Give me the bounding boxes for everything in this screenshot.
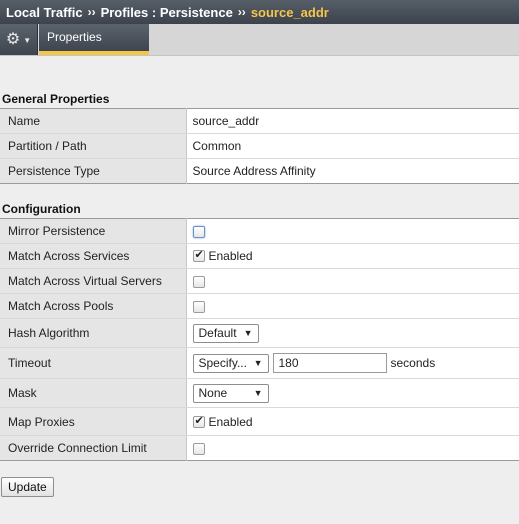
table-row: Map Proxies Enabled bbox=[0, 407, 519, 436]
mirror-persistence-checkbox[interactable] bbox=[192, 225, 205, 238]
name-label: Name bbox=[0, 108, 187, 134]
map-proxies-label: Map Proxies bbox=[0, 407, 187, 436]
tab-properties[interactable]: Properties bbox=[39, 24, 149, 55]
breadcrumb-separator: ›› bbox=[87, 5, 96, 19]
match-across-services-checkbox[interactable] bbox=[192, 248, 205, 263]
breadcrumb-current: source_addr bbox=[250, 4, 329, 20]
breadcrumb: Local Traffic ›› Profiles : Persistence … bbox=[0, 0, 519, 24]
override-connection-limit-label: Override Connection Limit bbox=[0, 435, 187, 461]
timeout-mode-selected: Specify... bbox=[198, 356, 247, 370]
match-across-services-enabled-text: Enabled bbox=[208, 249, 253, 264]
match-across-virtual-servers-label: Match Across Virtual Servers bbox=[0, 268, 187, 294]
table-row: Mirror Persistence bbox=[0, 218, 519, 244]
hash-algorithm-selected: Default bbox=[198, 326, 237, 340]
table-row: Mask None ▼ bbox=[0, 378, 519, 408]
chevron-down-icon: ▼ bbox=[23, 36, 32, 45]
timeout-label: Timeout bbox=[0, 347, 187, 379]
match-across-pools-checkbox[interactable] bbox=[192, 300, 205, 313]
name-value: source_addr bbox=[186, 108, 519, 134]
table-row: Override Connection Limit bbox=[0, 435, 519, 461]
gear-menu-button[interactable]: ⚙ ▼ bbox=[0, 24, 38, 55]
match-across-pools-label: Match Across Pools bbox=[0, 293, 187, 319]
timeout-mode-select[interactable]: Specify... ▼ bbox=[192, 353, 269, 373]
dropdown-arrow-icon: ▼ bbox=[253, 358, 263, 368]
breadcrumb-local-traffic[interactable]: Local Traffic bbox=[6, 5, 83, 20]
map-proxies-checkbox[interactable] bbox=[192, 414, 205, 428]
match-across-services-label: Match Across Services bbox=[0, 243, 187, 269]
table-row: Partition / Path Common bbox=[0, 133, 519, 159]
table-row: Persistence Type Source Address Affinity bbox=[0, 158, 519, 184]
mask-select[interactable]: None ▼ bbox=[192, 383, 269, 403]
breadcrumb-separator: ›› bbox=[237, 5, 246, 19]
mask-label: Mask bbox=[0, 378, 187, 408]
persistence-type-label: Persistence Type bbox=[0, 158, 187, 184]
tab-bar: ⚙ ▼ Properties bbox=[0, 24, 519, 56]
general-properties-heading: General Properties bbox=[2, 92, 110, 106]
update-button[interactable]: Update bbox=[1, 477, 54, 497]
configuration-heading: Configuration bbox=[2, 202, 81, 216]
breadcrumb-profiles-persistence[interactable]: Profiles : Persistence bbox=[101, 5, 233, 20]
table-row: Name source_addr bbox=[0, 108, 519, 134]
gear-icon: ⚙ bbox=[5, 30, 21, 48]
table-row: Timeout Specify... ▼ 180 seconds bbox=[0, 347, 519, 379]
mask-selected: None bbox=[198, 386, 228, 400]
persistence-type-value: Source Address Affinity bbox=[186, 158, 519, 184]
timeout-input[interactable]: 180 bbox=[272, 353, 387, 373]
dropdown-arrow-icon: ▼ bbox=[253, 388, 263, 398]
table-row: Match Across Pools bbox=[0, 293, 519, 319]
table-row: Hash Algorithm Default ▼ bbox=[0, 318, 519, 348]
timeout-unit: seconds bbox=[390, 356, 436, 370]
map-proxies-enabled-text: Enabled bbox=[208, 414, 253, 429]
table-row: Match Across Virtual Servers bbox=[0, 268, 519, 294]
hash-algorithm-select[interactable]: Default ▼ bbox=[192, 323, 259, 343]
dropdown-arrow-icon: ▼ bbox=[243, 328, 253, 338]
hash-algorithm-label: Hash Algorithm bbox=[0, 318, 187, 348]
partition-path-value: Common bbox=[186, 133, 519, 159]
partition-path-label: Partition / Path bbox=[0, 133, 187, 159]
override-connection-limit-checkbox[interactable] bbox=[192, 442, 205, 455]
configuration-table: Mirror Persistence Match Across Services… bbox=[0, 218, 519, 461]
mirror-persistence-label: Mirror Persistence bbox=[0, 218, 187, 244]
general-properties-table: Name source_addr Partition / Path Common… bbox=[0, 108, 519, 184]
table-row: Match Across Services Enabled bbox=[0, 243, 519, 269]
match-across-virtual-servers-checkbox[interactable] bbox=[192, 275, 205, 288]
